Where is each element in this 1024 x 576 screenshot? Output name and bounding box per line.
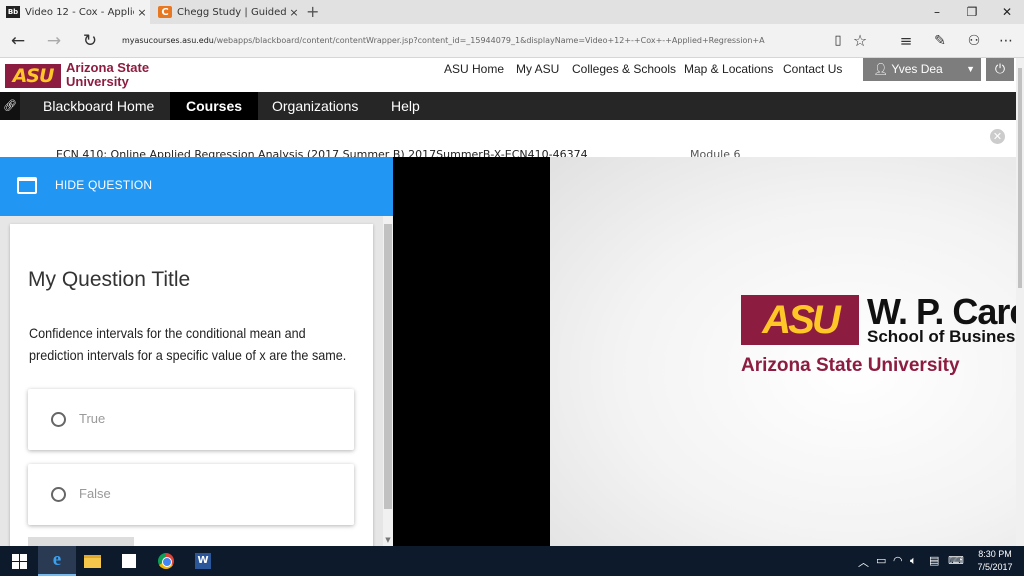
chrome-icon[interactable] xyxy=(147,546,185,576)
tab-chegg-study[interactable]: C Chegg Study | Guided Soluti × xyxy=(152,0,302,24)
link-my-asu[interactable]: My ASU xyxy=(516,62,559,76)
screen-icon xyxy=(17,177,37,194)
show-hidden-icons-icon[interactable]: ︿ xyxy=(858,554,869,570)
more-icon[interactable]: ⋯ xyxy=(994,29,1018,53)
link-icon[interactable]: 🔗︎ xyxy=(0,92,20,120)
address-bar[interactable]: myasucourses.asu.edu/webapps/blackboard/… xyxy=(122,31,822,51)
asu-name-line2: University xyxy=(66,74,129,89)
user-menu[interactable]: 👤︎ Yves Dea ▼ xyxy=(863,58,981,81)
chegg-favicon-icon: C xyxy=(158,6,172,18)
close-window-button[interactable]: ✕ xyxy=(990,0,1024,24)
video-letterbox xyxy=(393,157,550,546)
question-card: My Question Title Confidence intervals f… xyxy=(10,224,373,546)
file-explorer-icon[interactable] xyxy=(73,546,111,576)
question-panel: HIDE QUESTION My Question Title Confiden… xyxy=(0,157,393,546)
share-icon[interactable]: ⚇ xyxy=(962,29,986,53)
url-host: myasucourses.asu.edu xyxy=(122,36,214,45)
wifi-icon[interactable]: ◠ xyxy=(893,554,903,567)
scrollbar-thumb[interactable] xyxy=(384,224,392,509)
asu-logo[interactable]: ASU xyxy=(5,64,61,88)
blackboard-nav: 🔗︎ Blackboard Home Courses Organizations… xyxy=(0,92,1016,120)
link-colleges-schools[interactable]: Colleges & Schools xyxy=(572,62,676,76)
site-header: ASU Arizona State University ASU Home My… xyxy=(0,58,1016,92)
chevron-down-icon: ▼ xyxy=(966,64,975,74)
favorite-star-icon[interactable]: ☆ xyxy=(848,29,872,53)
asu-name-line1: Arizona State xyxy=(66,60,150,75)
hide-question-button[interactable]: HIDE QUESTION xyxy=(0,157,393,216)
clock-time: 8:30 PM xyxy=(978,549,1012,559)
answer-option-true[interactable]: True xyxy=(28,389,354,450)
link-map-locations[interactable]: Map & Locations xyxy=(684,62,773,76)
scrollbar-thumb[interactable] xyxy=(1018,68,1022,288)
reading-view-icon[interactable]: ▯ xyxy=(826,29,850,53)
user-name: Yves Dea xyxy=(891,62,943,76)
answer-label: True xyxy=(79,411,106,426)
breadcrumb-module[interactable]: Module 6 xyxy=(690,148,741,157)
radio-icon[interactable] xyxy=(51,412,66,427)
video-player[interactable]: HIDE QUESTION My Question Title Confiden… xyxy=(0,157,1016,546)
tab-video-12[interactable]: Bb Video 12 - Cox - Appliec × xyxy=(0,0,150,24)
tab-close-icon[interactable]: × xyxy=(134,6,150,19)
system-clock[interactable]: 8:30 PM 7/5/2017 xyxy=(972,548,1018,574)
start-windows-icon[interactable] xyxy=(0,546,38,576)
scroll-down-icon[interactable]: ▼ xyxy=(383,536,393,544)
breadcrumb-course[interactable]: ECN 410: Online Applied Regression Analy… xyxy=(56,148,588,157)
logout-power-icon[interactable]: ⏻ xyxy=(986,58,1014,81)
breadcrumb: ECN 410: Online Applied Regression Analy… xyxy=(0,120,1016,157)
action-center-icon[interactable]: ▤ xyxy=(929,554,939,567)
question-scrollbar[interactable]: ▼ xyxy=(383,216,393,546)
radio-icon[interactable] xyxy=(51,487,66,502)
submit-button[interactable] xyxy=(28,537,134,546)
blackboard-favicon-icon: Bb xyxy=(6,6,20,18)
taskbar: e W ︿ ▭ ◠ 🔈︎ ▤ ⌨ 8:30 PM 7/5/2017 xyxy=(0,546,1024,576)
tab-organizations[interactable]: Organizations xyxy=(256,92,374,120)
tab-title: Video 12 - Cox - Appliec xyxy=(25,6,134,18)
slide-school: School of Business xyxy=(867,327,1016,346)
tab-title: Chegg Study | Guided Soluti xyxy=(177,6,286,18)
new-tab-button[interactable]: + xyxy=(306,2,319,21)
hide-question-label: HIDE QUESTION xyxy=(55,178,153,192)
edge-browser-icon[interactable]: e xyxy=(38,546,76,576)
question-text: Confidence intervals for the conditional… xyxy=(29,325,347,363)
tab-help[interactable]: Help xyxy=(375,92,436,120)
user-icon: 👤︎ xyxy=(873,62,889,76)
minimize-button[interactable]: – xyxy=(920,0,954,24)
word-icon[interactable]: W xyxy=(184,546,222,576)
hub-icon[interactable]: ≡ xyxy=(894,29,918,53)
question-title: My Question Title xyxy=(28,268,191,291)
refresh-icon[interactable]: ↻ xyxy=(78,29,102,53)
browser-toolbar: ← → ↻ myasucourses.asu.edu/webapps/black… xyxy=(0,24,1024,58)
keyboard-icon[interactable]: ⌨ xyxy=(948,554,964,567)
clock-date: 7/5/2017 xyxy=(977,562,1013,572)
forward-icon[interactable]: → xyxy=(42,29,66,53)
link-asu-home[interactable]: ASU Home xyxy=(444,62,504,76)
close-icon[interactable]: ✕ xyxy=(990,129,1005,144)
browser-tab-strip: Bb Video 12 - Cox - Appliec × C Chegg St… xyxy=(0,0,1024,24)
video-frame[interactable]: ASU W. P. Carey School of Business Arizo… xyxy=(550,157,1016,546)
tab-close-icon[interactable]: × xyxy=(286,6,302,19)
web-note-icon[interactable]: ✎ xyxy=(928,29,952,53)
link-contact-us[interactable]: Contact Us xyxy=(783,62,842,76)
store-icon[interactable] xyxy=(110,546,148,576)
asu-wordmark[interactable]: Arizona State University xyxy=(66,61,149,89)
battery-icon[interactable]: ▭ xyxy=(876,554,886,567)
answer-label: False xyxy=(79,486,111,501)
asu-slide-logo: ASU xyxy=(741,295,859,345)
tab-blackboard-home[interactable]: Blackboard Home xyxy=(27,92,170,120)
page-scrollbar[interactable] xyxy=(1016,58,1024,546)
url-path: /webapps/blackboard/content/contentWrapp… xyxy=(213,36,765,45)
volume-icon[interactable]: 🔈︎ xyxy=(910,554,917,568)
answer-option-false[interactable]: False xyxy=(28,464,354,525)
slide-university: Arizona State University xyxy=(741,355,960,376)
tab-courses[interactable]: Courses xyxy=(170,92,259,120)
restore-button[interactable]: ❐ xyxy=(955,0,989,24)
back-icon[interactable]: ← xyxy=(6,29,30,53)
